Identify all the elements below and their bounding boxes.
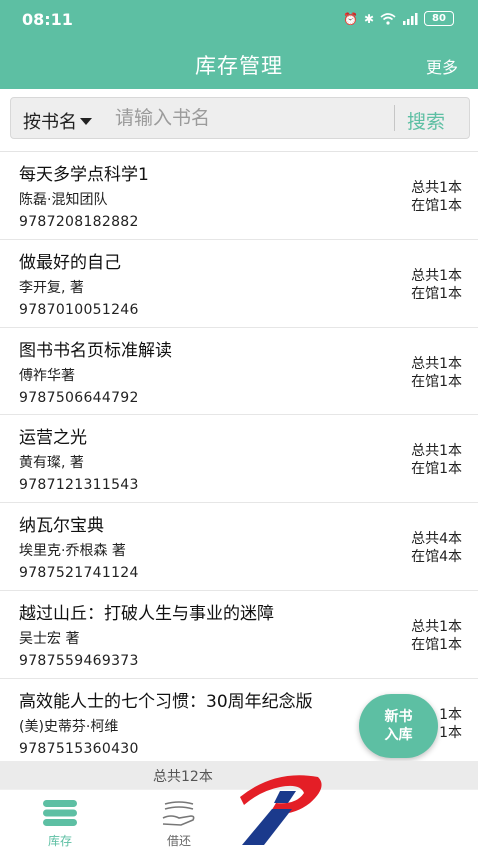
book-available: 1本 xyxy=(439,724,462,741)
search-input[interactable] xyxy=(115,104,385,132)
tab-inventory-label: 库存 xyxy=(47,834,72,848)
new-book-button[interactable]: 新书 入库 xyxy=(359,694,438,758)
hand-book-icon xyxy=(162,801,195,826)
tab-borrow-return[interactable]: 借还 xyxy=(149,798,209,849)
books-stack-icon xyxy=(43,800,77,826)
search-bar: 按书名 搜索 xyxy=(0,89,478,151)
book-counts: 总共1本 在馆1本 xyxy=(411,618,462,654)
book-isbn: 9787506644792 xyxy=(19,389,139,406)
book-counts: 总共4本 在馆4本 xyxy=(411,530,462,566)
book-available: 在馆1本 xyxy=(411,285,462,302)
book-item[interactable]: 纳瓦尔宝典 埃里克·乔根森 著 9787521741124 总共4本 在馆4本 xyxy=(0,503,478,591)
book-isbn: 9787515360430 xyxy=(19,740,139,757)
book-total: 总共1本 xyxy=(411,443,462,460)
book-title: 每天多学点科学1 xyxy=(19,165,149,185)
tab-inventory[interactable]: 库存 xyxy=(30,798,90,849)
signal-icon xyxy=(403,12,418,25)
book-available: 在馆1本 xyxy=(411,461,462,478)
book-counts: 总共1本 在馆1本 xyxy=(411,442,462,478)
book-counts: 总共1本 在馆1本 xyxy=(411,267,462,303)
book-author: 傅祚华著 xyxy=(19,367,75,384)
book-available: 在馆1本 xyxy=(411,373,462,390)
book-total: 1本 xyxy=(439,706,462,723)
book-item[interactable]: 越过山丘：打破人生与事业的迷障 吴士宏 著 9787559469373 总共1本… xyxy=(0,591,478,679)
new-book-label-2: 入库 xyxy=(384,727,413,743)
new-book-label-1: 新书 xyxy=(384,709,413,725)
search-field-label: 按书名 xyxy=(23,112,77,133)
total-count: 总共12本 xyxy=(153,769,213,785)
book-available: 在馆1本 xyxy=(411,198,462,214)
brand-logo-icon xyxy=(240,775,322,845)
book-available: 在馆1本 xyxy=(411,636,462,653)
book-available: 在馆4本 xyxy=(411,549,462,566)
book-counts: 总共1本在馆1本 xyxy=(411,179,462,215)
book-isbn: 9787559469373 xyxy=(19,652,139,669)
book-author: 李开复, 著 xyxy=(19,279,84,296)
book-title: 图书书名页标准解读 xyxy=(19,340,172,361)
book-title: 越过山丘：打破人生与事业的迷障 xyxy=(19,603,274,624)
page-title: 库存管理 xyxy=(195,54,283,78)
bluetooth-icon: ✱ xyxy=(363,11,374,26)
book-title: 纳瓦尔宝典 xyxy=(19,516,104,537)
search-field-select[interactable]: 按书名 xyxy=(23,108,92,134)
book-total: 总共1本 xyxy=(411,355,462,372)
battery-icon: 80 xyxy=(424,11,454,26)
book-isbn: 9787208182882 xyxy=(19,214,139,230)
alarm-icon: ⏰ xyxy=(342,11,358,26)
wifi-icon xyxy=(380,12,396,25)
book-list: 每天多学点科学1 陈磊·混知团队 9787208182882 总共1本 在馆1本 … xyxy=(0,151,478,767)
search-button[interactable]: 搜索 xyxy=(407,107,445,134)
search-box: 按书名 搜索 xyxy=(10,97,470,139)
book-title: 运营之光 xyxy=(19,428,87,449)
book-item[interactable]: 图书书名页标准解读 傅祚华著 9787506644792 总共1本 在馆1本 xyxy=(0,328,478,416)
book-item[interactable]: 每天多学点科学1 陈磊·混知团队 9787208182882 总共1本在馆1本 xyxy=(0,152,478,240)
book-item[interactable]: 运营之光 黄有璨, 著 9787121311543 总共1本 在馆1本 xyxy=(0,415,478,504)
book-counts: 1本 1本 xyxy=(439,706,462,742)
book-author: (美)史蒂芬·柯维 xyxy=(19,718,119,735)
book-total: 总共1本 xyxy=(411,618,462,635)
caret-down-icon xyxy=(80,117,92,125)
book-author: 埃里克·乔根森 著 xyxy=(19,543,126,560)
book-isbn: 9787521741124 xyxy=(19,565,139,582)
book-item[interactable]: 做最好的自己 李开复, 著 9787010051246 总共1本 在馆1本 xyxy=(0,240,478,328)
book-isbn: 9787121311543 xyxy=(19,477,139,494)
book-title: 高效能人士的七个习惯：30周年纪念版 xyxy=(19,691,313,712)
status-time: 08:11 xyxy=(22,10,73,29)
book-author: 黄有璨, 著 xyxy=(19,455,84,472)
app-header: 08:11 ⏰ ✱ 80 库存管理 更多 xyxy=(0,0,478,89)
book-counts: 总共1本 在馆1本 xyxy=(411,355,462,391)
status-icons: ⏰ ✱ 80 xyxy=(343,11,454,26)
book-total: 总共1本 xyxy=(411,267,462,284)
book-total: 总共4本 xyxy=(411,531,462,548)
book-total: 总共1本 xyxy=(411,180,462,196)
search-divider xyxy=(394,105,395,131)
tab-borrow-return-label: 借还 xyxy=(166,834,191,848)
book-title: 做最好的自己 xyxy=(19,252,121,273)
book-isbn: 9787010051246 xyxy=(19,301,139,318)
status-bar: 08:11 ⏰ ✱ 80 xyxy=(0,0,478,38)
book-author: 陈磊·混知团队 xyxy=(19,192,108,208)
more-button[interactable]: 更多 xyxy=(426,54,458,78)
book-author: 吴士宏 著 xyxy=(19,630,80,647)
